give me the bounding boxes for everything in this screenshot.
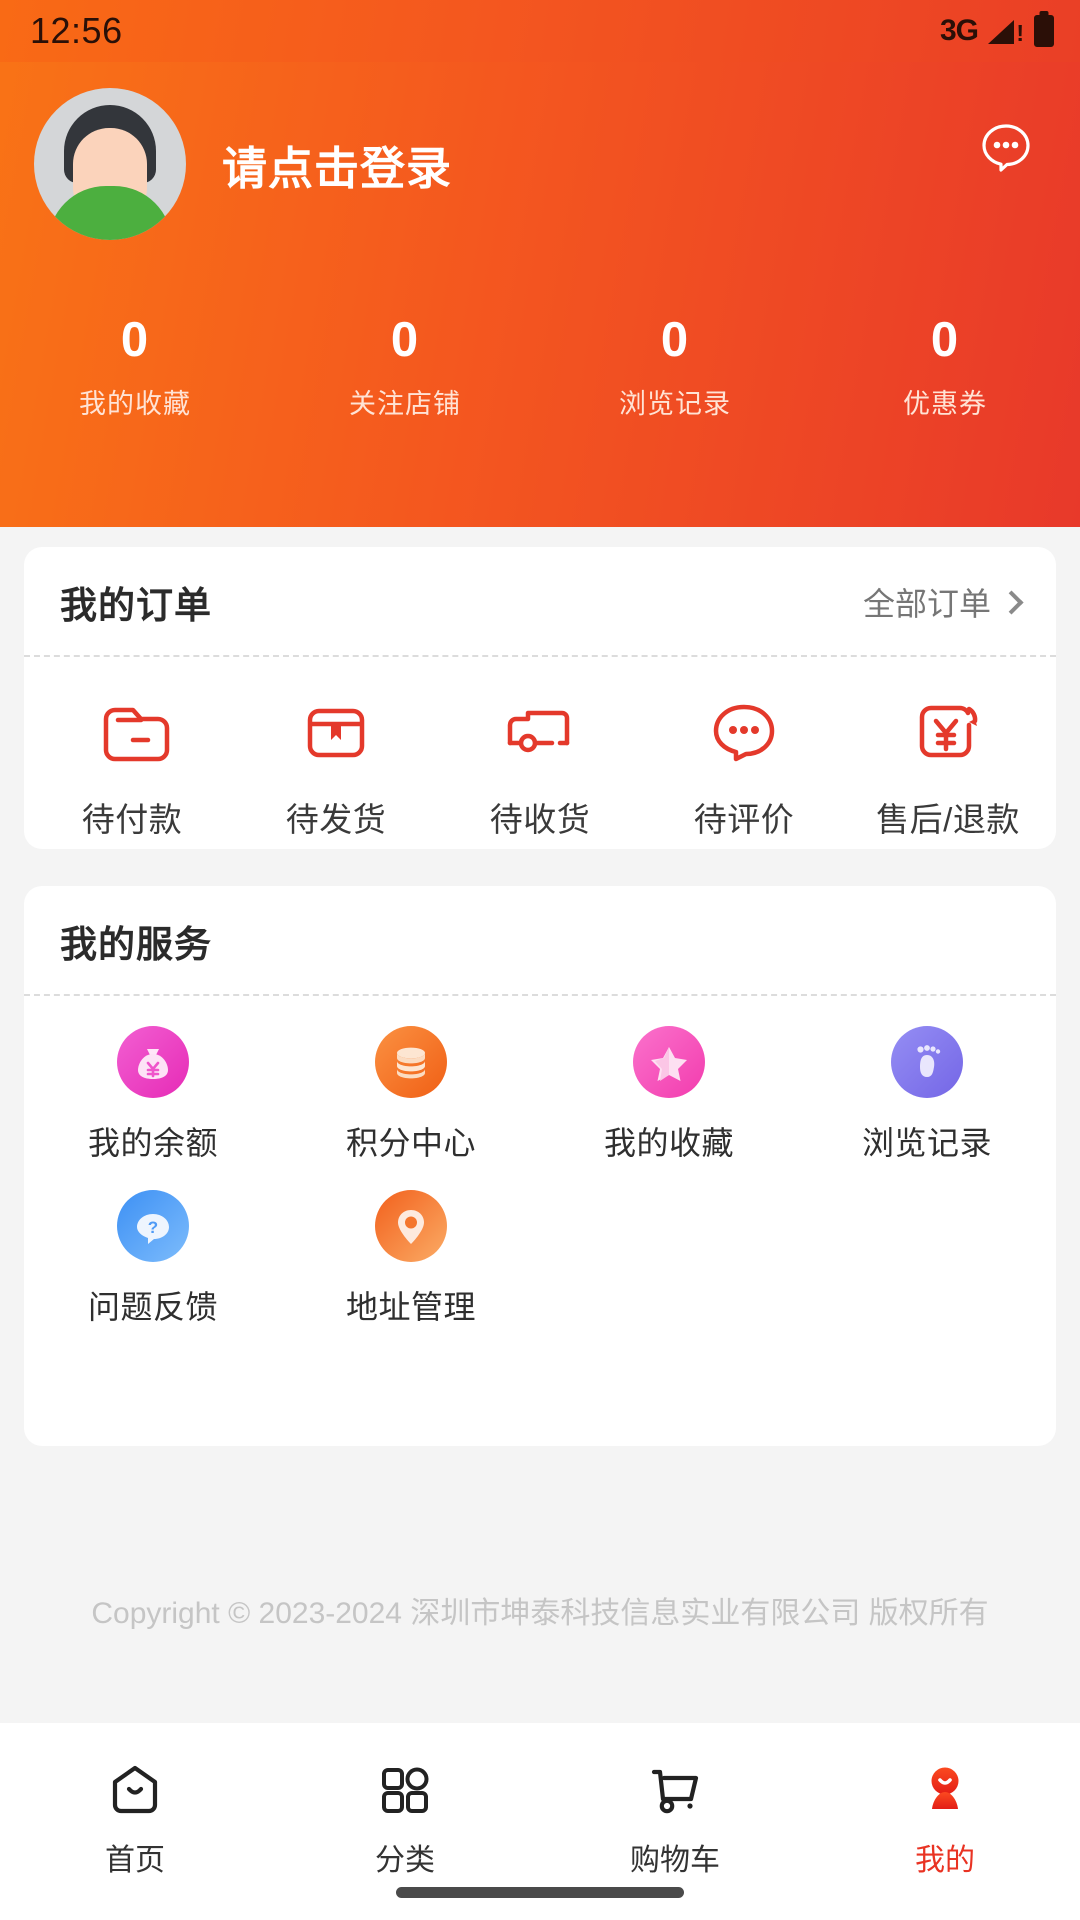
- login-prompt[interactable]: 请点击登录: [222, 132, 452, 197]
- home-icon: [104, 1759, 166, 1821]
- all-orders-label: 全部订单: [862, 586, 991, 622]
- money-bag-icon: [117, 1026, 189, 1098]
- stat-favorites[interactable]: 0 我的收藏: [0, 313, 270, 421]
- service-my-favorites[interactable]: 我的收藏: [540, 1026, 798, 1164]
- stat-label: 关注店铺: [349, 389, 461, 420]
- avatar[interactable]: [34, 88, 186, 240]
- nav-item-categories[interactable]: 分类: [270, 1759, 540, 1879]
- avatar-body: [48, 186, 172, 240]
- nav-label: 首页: [105, 1844, 165, 1877]
- nav-item-profile[interactable]: 我的: [810, 1759, 1080, 1879]
- stat-label: 我的收藏: [79, 389, 191, 420]
- profile-header: 请点击登录 0 我的收藏 0 关注店铺 0 浏览记录 0 优惠券: [0, 0, 1080, 527]
- order-status-label: 待评价: [693, 801, 795, 838]
- question-bubble-icon: ?: [117, 1190, 189, 1262]
- order-status-label: 待收货: [489, 801, 591, 838]
- stat-coupons[interactable]: 0 优惠券: [810, 313, 1080, 421]
- location-pin-icon: [375, 1190, 447, 1262]
- yen-refund-icon: [910, 695, 986, 771]
- nav-label: 我的: [915, 1844, 975, 1877]
- service-label: 问题反馈: [87, 1289, 218, 1325]
- service-browse-history[interactable]: 浏览记录: [798, 1026, 1056, 1164]
- stat-followed-stores[interactable]: 0 关注店铺: [270, 313, 540, 421]
- stat-label: 浏览记录: [619, 389, 731, 420]
- services-card-header: 我的服务: [24, 886, 1056, 996]
- order-status-label: 待发货: [285, 801, 387, 838]
- stat-value: 0: [120, 313, 150, 367]
- services-card: 我的服务 我的余额 积分中心 我的收藏 浏览记录 ? 问题反馈 地址管理: [24, 886, 1056, 1446]
- nav-item-home[interactable]: 首页: [0, 1759, 270, 1879]
- status-bar: 12:56 3G !: [0, 0, 1080, 62]
- nav-item-cart[interactable]: 购物车: [540, 1759, 810, 1879]
- service-label: 我的收藏: [603, 1125, 734, 1161]
- status-indicators: 3G !: [940, 14, 1054, 48]
- chat-bubble-icon[interactable]: [978, 120, 1034, 176]
- app-screen: 请点击登录 0 我的收藏 0 关注店铺 0 浏览记录 0 优惠券 12:56 3…: [0, 0, 1080, 1920]
- copyright-text: Copyright © 2023-2024 深圳市坤泰科技信息实业有限公司 版权…: [91, 1597, 989, 1630]
- order-status-grid: 待付款 待发货 待收货 待评价 售后/退款: [24, 657, 1056, 841]
- service-points-center[interactable]: 积分中心: [282, 1026, 540, 1164]
- order-status-pending-payment[interactable]: 待付款: [30, 695, 234, 841]
- order-status-pending-shipment[interactable]: 待发货: [234, 695, 438, 841]
- signal-warning-icon: !: [988, 16, 1024, 46]
- wallet-icon: [94, 695, 170, 771]
- stat-label: 优惠券: [903, 389, 987, 420]
- stat-value: 0: [930, 313, 960, 367]
- services-title: 我的服务: [60, 924, 212, 965]
- user-profile-icon: [914, 1759, 976, 1821]
- stat-browse-history[interactable]: 0 浏览记录: [540, 313, 810, 421]
- header-user-row: 请点击登录: [0, 88, 1080, 240]
- orders-title: 我的订单: [60, 585, 212, 626]
- order-status-label: 待付款: [81, 801, 183, 838]
- status-time: 12:56: [30, 10, 123, 51]
- order-status-label: 售后/退款: [876, 801, 1020, 838]
- stats-row: 0 我的收藏 0 关注店铺 0 浏览记录 0 优惠券: [0, 313, 1080, 421]
- delivery-truck-icon: [502, 695, 578, 771]
- orders-card-header: 我的订单 全部订单: [24, 547, 1056, 657]
- bottom-navigation: 首页 分类 购物车 我的: [0, 1723, 1080, 1920]
- service-my-balance[interactable]: 我的余额: [24, 1026, 282, 1164]
- chevron-right-icon: [999, 589, 1024, 615]
- service-label: 我的余额: [87, 1125, 218, 1161]
- stat-value: 0: [660, 313, 690, 367]
- coins-stack-icon: [375, 1026, 447, 1098]
- nav-label: 购物车: [630, 1844, 720, 1877]
- all-orders-link[interactable]: 全部订单: [862, 579, 1024, 625]
- battery-full-icon: [1034, 15, 1054, 47]
- network-type-label: 3G: [939, 14, 979, 47]
- footprint-icon: [891, 1026, 963, 1098]
- nav-label: 分类: [375, 1844, 435, 1877]
- service-label: 地址管理: [345, 1289, 476, 1325]
- order-status-after-sales-refund[interactable]: 售后/退款: [846, 695, 1050, 841]
- star-icon: [633, 1026, 705, 1098]
- order-status-pending-review[interactable]: 待评价: [642, 695, 846, 841]
- grid-category-icon: [374, 1759, 436, 1821]
- service-address-management[interactable]: 地址管理: [282, 1190, 540, 1328]
- service-problem-feedback[interactable]: ? 问题反馈: [24, 1190, 282, 1328]
- service-label: 浏览记录: [861, 1125, 992, 1161]
- service-label: 积分中心: [345, 1125, 476, 1161]
- svg-text:?: ?: [148, 1218, 158, 1237]
- order-status-pending-receipt[interactable]: 待收货: [438, 695, 642, 841]
- package-box-icon: [298, 695, 374, 771]
- shopping-cart-icon: [644, 1759, 706, 1821]
- orders-card: 我的订单 全部订单 待付款 待发货 待收货 待评价 售后/退款: [24, 547, 1056, 849]
- comment-dots-icon: [706, 695, 782, 771]
- home-indicator[interactable]: [396, 1887, 684, 1898]
- services-grid: 我的余额 积分中心 我的收藏 浏览记录 ? 问题反馈 地址管理: [24, 996, 1056, 1354]
- stat-value: 0: [390, 313, 420, 367]
